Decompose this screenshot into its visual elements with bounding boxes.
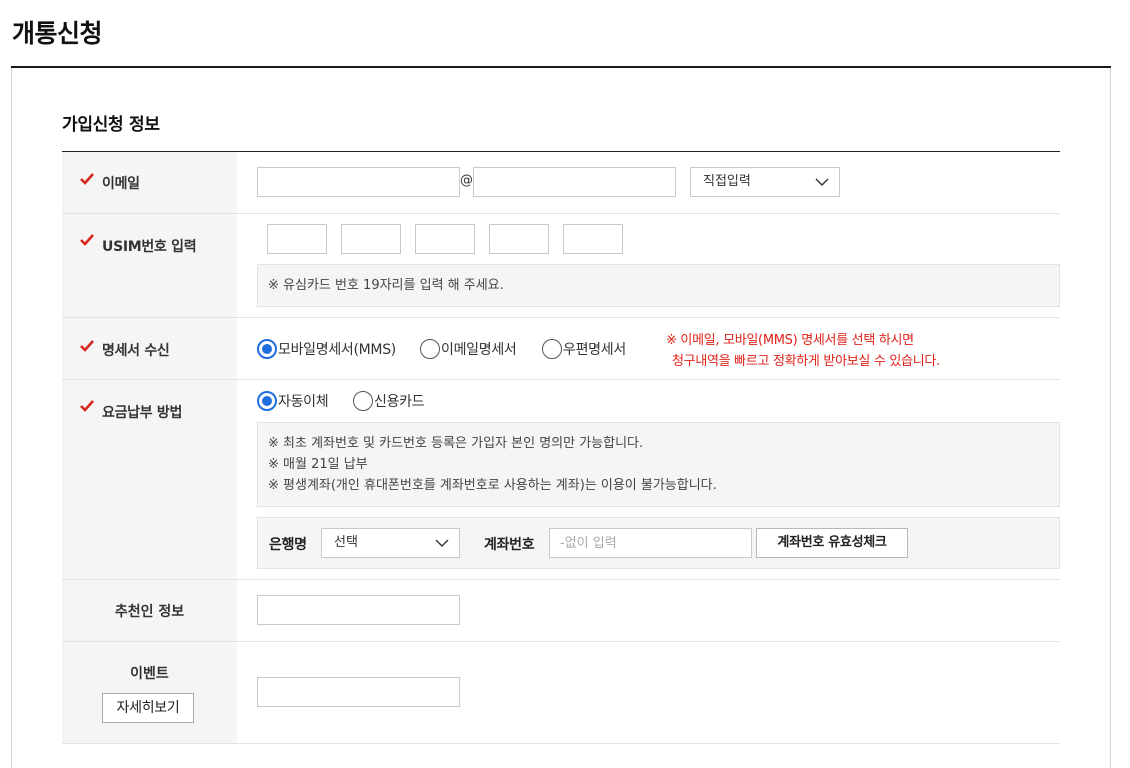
- payment-label-cell: 요금납부 방법: [62, 380, 237, 579]
- email-domain-input[interactable]: [473, 167, 676, 197]
- radio-payment-card[interactable]: 신용카드: [353, 391, 425, 411]
- referrer-label: 추천인 정보: [114, 604, 185, 620]
- required-check-icon: [80, 400, 94, 412]
- statement-row: 명세서 수신 모바일명세서(MMS) 이메일명세서 우편명세서 ※ 이메일, 모…: [62, 318, 1060, 380]
- statement-label: 명세서 수신: [102, 343, 170, 359]
- usim-input-2[interactable]: [341, 224, 401, 254]
- event-input[interactable]: [257, 677, 460, 707]
- usim-notice: ※ 유심카드 번호 19자리를 입력 해 주세요.: [257, 264, 1060, 307]
- radio-payment-transfer[interactable]: 자동이체: [257, 391, 329, 411]
- usim-input-5[interactable]: [563, 224, 623, 254]
- payment-label: 요금납부 방법: [102, 405, 183, 421]
- payment-notice-line2: ※ 매월 21일 납부: [268, 457, 368, 472]
- event-label: 이벤트: [130, 666, 169, 682]
- referrer-input[interactable]: [257, 595, 460, 625]
- radio-statement-email[interactable]: 이메일명세서: [420, 339, 517, 359]
- required-check-icon: [80, 234, 94, 246]
- radio-unselected-icon: [542, 339, 562, 359]
- chevron-down-icon: [815, 178, 829, 186]
- radio-unselected-icon: [353, 391, 373, 411]
- event-label-cell: 이벤트 자세히보기: [62, 642, 237, 743]
- referrer-row: 추천인 정보: [62, 580, 1060, 642]
- statement-label-cell: 명세서 수신: [62, 318, 237, 379]
- event-detail-button[interactable]: 자세히보기: [102, 693, 194, 723]
- radio-payment-card-label: 신용카드: [374, 394, 425, 410]
- radio-selected-icon: [257, 339, 277, 359]
- chevron-down-icon: [435, 539, 449, 547]
- email-label: 이메일: [102, 176, 140, 192]
- required-check-icon: [80, 340, 94, 352]
- payment-row: 요금납부 방법 자동이체 신용카드 ※ 최초 계좌번호 및 카드번호 등록은 가…: [62, 380, 1060, 580]
- bank-label: 은행명: [269, 537, 307, 553]
- usim-input-3[interactable]: [415, 224, 475, 254]
- bank-select-value: 선택: [334, 535, 358, 550]
- radio-selected-icon: [257, 391, 277, 411]
- usim-input-4[interactable]: [489, 224, 549, 254]
- usim-row: USIM번호 입력 ※ 유심카드 번호 19자리를 입력 해 주세요.: [62, 214, 1060, 318]
- email-id-input[interactable]: [257, 167, 460, 197]
- email-row: 이메일 @ 직접입력: [62, 152, 1060, 214]
- usim-notice-text: ※ 유심카드 번호 19자리를 입력 해 주세요.: [268, 278, 504, 293]
- required-check-icon: [80, 173, 94, 185]
- usim-label-cell: USIM번호 입력: [62, 214, 237, 317]
- radio-statement-email-label: 이메일명세서: [441, 342, 517, 358]
- email-at-sign: @: [460, 173, 473, 188]
- account-number-input[interactable]: [549, 528, 752, 558]
- email-label-cell: 이메일: [62, 152, 237, 213]
- statement-note-line1: ※ 이메일, 모바일(MMS) 명세서를 선택 하시면: [666, 333, 914, 348]
- referrer-label-cell: 추천인 정보: [62, 580, 237, 641]
- radio-unselected-icon: [420, 339, 440, 359]
- account-check-button[interactable]: 계좌번호 유효성체크: [756, 528, 908, 558]
- payment-notice: ※ 최초 계좌번호 및 카드번호 등록은 가입자 본인 명의만 가능합니다. ※…: [257, 422, 1060, 507]
- section-title: 가입신청 정보: [62, 115, 160, 135]
- statement-red-note: ※ 이메일, 모바일(MMS) 명세서를 선택 하시면 청구내역을 빠르고 정확…: [666, 330, 940, 372]
- radio-statement-post-label: 우편명세서: [563, 342, 626, 358]
- payment-notice-line1: ※ 최초 계좌번호 및 카드번호 등록은 가입자 본인 명의만 가능합니다.: [268, 436, 644, 451]
- usim-label: USIM번호 입력: [102, 239, 197, 255]
- payment-notice-line3: ※ 평생계좌(개인 휴대폰번호를 계좌번호로 사용하는 계좌)는 이용이 불가능…: [268, 478, 717, 493]
- statement-note-line2: 청구내역을 빠르고 정확하게 받아보실 수 있습니다.: [672, 354, 940, 369]
- radio-statement-mms[interactable]: 모바일명세서(MMS): [257, 339, 396, 359]
- usim-input-1[interactable]: [267, 224, 327, 254]
- radio-statement-post[interactable]: 우편명세서: [542, 339, 626, 359]
- email-domain-select[interactable]: 직접입력: [690, 167, 840, 197]
- email-domain-select-value: 직접입력: [703, 174, 751, 189]
- page-title: 개통신청: [12, 19, 103, 48]
- bank-select[interactable]: 선택: [321, 528, 460, 558]
- event-row: 이벤트 자세히보기: [62, 642, 1060, 744]
- radio-statement-mms-label: 모바일명세서(MMS): [278, 342, 396, 358]
- radio-payment-transfer-label: 자동이체: [278, 394, 329, 410]
- bank-account-box: 은행명 선택 계좌번호 계좌번호 유효성체크: [257, 517, 1060, 569]
- account-label: 계좌번호: [484, 537, 535, 553]
